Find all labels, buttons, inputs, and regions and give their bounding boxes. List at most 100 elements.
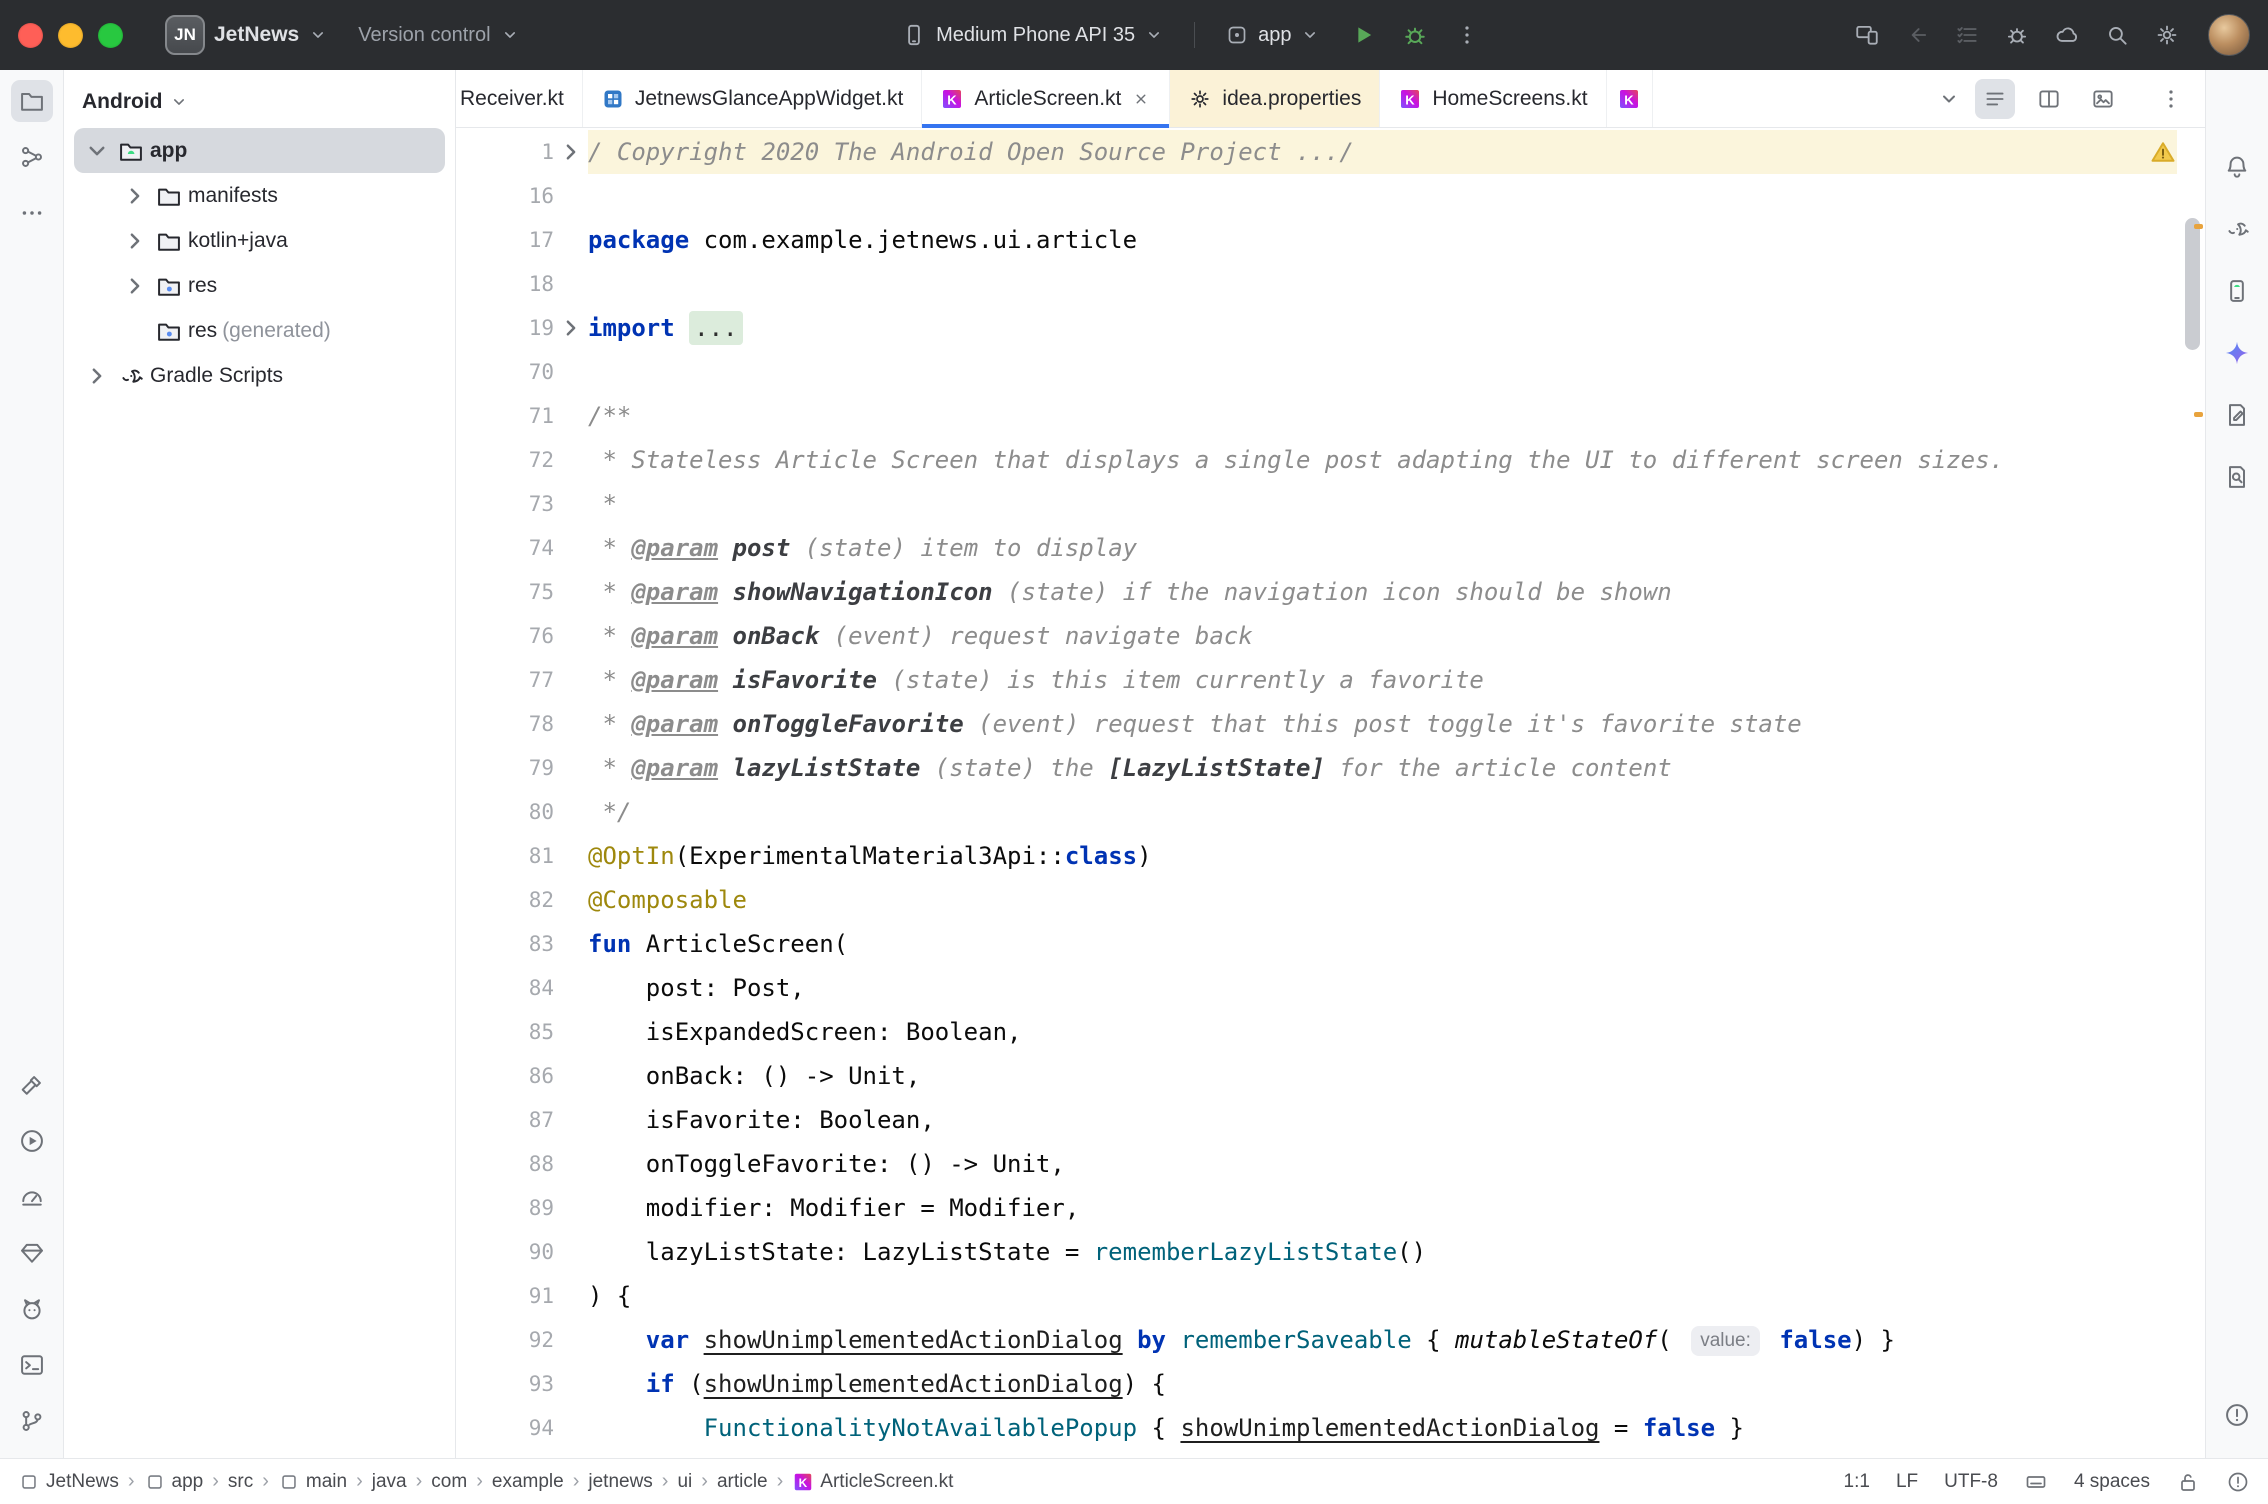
editor-line-87[interactable]: 87 isFavorite: Boolean, (456, 1098, 2177, 1142)
editor-line-78[interactable]: 78 * @param onToggleFavorite (event) req… (456, 702, 2177, 746)
more-horizontal-button[interactable] (11, 192, 53, 234)
line-number[interactable]: 16 (488, 184, 554, 208)
debug-button[interactable] (1394, 14, 1436, 56)
more-run-options-button[interactable] (1446, 14, 1488, 56)
editor-line-1[interactable]: 1/ Copyright 2020 The Android Open Sourc… (456, 130, 2177, 174)
editor-line-76[interactable]: 76 * @param onBack (event) request navig… (456, 614, 2177, 658)
editor-line-80[interactable]: 80 */ (456, 790, 2177, 834)
line-number[interactable]: 74 (488, 536, 554, 560)
project-view-selector[interactable]: Android (64, 76, 455, 128)
gemini-button[interactable] (2216, 332, 2258, 374)
line-number[interactable]: 17 (488, 228, 554, 252)
editor-line-86[interactable]: 86 onBack: () -> Unit, (456, 1054, 2177, 1098)
search-button[interactable] (2096, 14, 2138, 56)
tab-ArticleScreen.kt[interactable]: KArticleScreen.kt (922, 70, 1170, 127)
breadcrumb-item[interactable]: com (431, 1471, 467, 1493)
line-number[interactable]: 75 (488, 580, 554, 604)
back-button[interactable] (1896, 14, 1938, 56)
line-number[interactable]: 93 (488, 1372, 554, 1396)
line-number[interactable]: 77 (488, 668, 554, 692)
line-number[interactable]: 80 (488, 800, 554, 824)
build-button[interactable] (11, 1064, 53, 1106)
editor-scrollbar[interactable] (2185, 132, 2200, 1454)
editor-line-16[interactable]: 16 (456, 174, 2177, 218)
minimize-window-button[interactable] (58, 23, 83, 48)
line-number[interactable]: 92 (488, 1328, 554, 1352)
editor-line-75[interactable]: 75 * @param showNavigationIcon (state) i… (456, 570, 2177, 614)
more-tab-options-button[interactable] (2151, 79, 2191, 119)
editor-line-74[interactable]: 74 * @param post (state) item to display (456, 526, 2177, 570)
line-number[interactable]: 87 (488, 1108, 554, 1132)
editor-list-button[interactable] (1975, 79, 2015, 119)
breadcrumb-item[interactable]: JetNews (18, 1471, 119, 1493)
gradle-button[interactable] (2216, 208, 2258, 250)
line-number[interactable]: 70 (488, 360, 554, 384)
fold-marker-icon[interactable] (556, 315, 586, 341)
logcat-button[interactable] (11, 1288, 53, 1330)
editor-line-88[interactable]: 88 onToggleFavorite: () -> Unit, (456, 1142, 2177, 1186)
editor-line-18[interactable]: 18 (456, 262, 2177, 306)
line-number[interactable]: 81 (488, 844, 554, 868)
editor-line-89[interactable]: 89 modifier: Modifier = Modifier, (456, 1186, 2177, 1230)
device-manager-button[interactable] (2216, 270, 2258, 312)
line-number[interactable]: 94 (488, 1416, 554, 1440)
avatar[interactable] (2208, 14, 2250, 56)
editor-line-72[interactable]: 72 * Stateless Article Screen that displ… (456, 438, 2177, 482)
keyboard-icon[interactable] (2024, 1470, 2048, 1494)
chevron-right-icon[interactable] (120, 183, 150, 209)
sync-button[interactable] (2046, 14, 2088, 56)
problems-button[interactable] (2216, 1394, 2258, 1436)
indent-setting[interactable]: 4 spaces (2074, 1471, 2150, 1493)
device-streaming-button[interactable] (1846, 14, 1888, 56)
project-folder-button[interactable] (11, 80, 53, 122)
line-number[interactable]: 72 (488, 448, 554, 472)
editor-line-19[interactable]: 19import ... (456, 306, 2177, 350)
breadcrumb-item[interactable]: app (144, 1471, 204, 1493)
profiler-button[interactable] (11, 1176, 53, 1218)
editor-line-70[interactable]: 70 (456, 350, 2177, 394)
editor-line-94[interactable]: 94 FunctionalityNotAvailablePopup { show… (456, 1406, 2177, 1450)
tree-item-res[interactable]: res (generated) (74, 308, 445, 353)
project-widget[interactable]: JN JetNews (153, 7, 340, 63)
scrollbar-thumb[interactable] (2185, 218, 2200, 350)
breadcrumb-item[interactable]: ui (677, 1471, 692, 1493)
tree-item-app[interactable]: app (74, 128, 445, 173)
tree-item-kotlin-java[interactable]: kotlin+java (74, 218, 445, 263)
close-window-button[interactable] (18, 23, 43, 48)
ide-errors-icon[interactable] (2226, 1470, 2250, 1494)
line-number[interactable]: 90 (488, 1240, 554, 1264)
editor-line-73[interactable]: 73 * (456, 482, 2177, 526)
breadcrumb-item[interactable]: src (228, 1471, 253, 1493)
editor-line-71[interactable]: 71/** (456, 394, 2177, 438)
line-number[interactable]: 88 (488, 1152, 554, 1176)
run-tool-button[interactable] (11, 1120, 53, 1162)
line-number[interactable]: 89 (488, 1196, 554, 1220)
vcs-widget[interactable]: Version control (346, 16, 531, 55)
breadcrumb-item[interactable]: java (372, 1471, 407, 1493)
tree-item-gradle-scripts[interactable]: Gradle Scripts (74, 353, 445, 398)
editor-line-84[interactable]: 84 post: Post, (456, 966, 2177, 1010)
tab-idea.properties[interactable]: idea.properties (1170, 70, 1380, 127)
tab-HomeScreens.kt[interactable]: KHomeScreens.kt (1380, 70, 1606, 127)
cursor-position[interactable]: 1:1 (1844, 1471, 1870, 1493)
breadcrumb-item[interactable]: KArticleScreen.kt (792, 1471, 953, 1493)
chevron-right-icon[interactable] (120, 273, 150, 299)
breadcrumb-item[interactable]: main (278, 1471, 347, 1493)
tab-JetnewsGlanceAppWidget.kt[interactable]: JetnewsGlanceAppWidget.kt (583, 70, 922, 127)
breadcrumb-item[interactable]: example (492, 1471, 564, 1493)
structure-button[interactable] (11, 136, 53, 178)
split-editor-button[interactable] (2029, 79, 2069, 119)
hidden-tabs-icon[interactable] (1937, 87, 1961, 111)
code-editor[interactable]: 1/ Copyright 2020 The Android Open Sourc… (456, 128, 2205, 1458)
line-number[interactable]: 78 (488, 712, 554, 736)
close-tab-icon[interactable] (1131, 89, 1151, 109)
breadcrumb-item[interactable]: article (717, 1471, 768, 1493)
line-number[interactable]: 86 (488, 1064, 554, 1088)
tree-item-manifests[interactable]: manifests (74, 173, 445, 218)
line-number[interactable]: 91 (488, 1284, 554, 1308)
line-number[interactable]: 73 (488, 492, 554, 516)
editor-line-83[interactable]: 83fun ArticleScreen( (456, 922, 2177, 966)
line-number[interactable]: 76 (488, 624, 554, 648)
breadcrumb-item[interactable]: jetnews (588, 1471, 652, 1493)
notifications-button[interactable] (2216, 146, 2258, 188)
